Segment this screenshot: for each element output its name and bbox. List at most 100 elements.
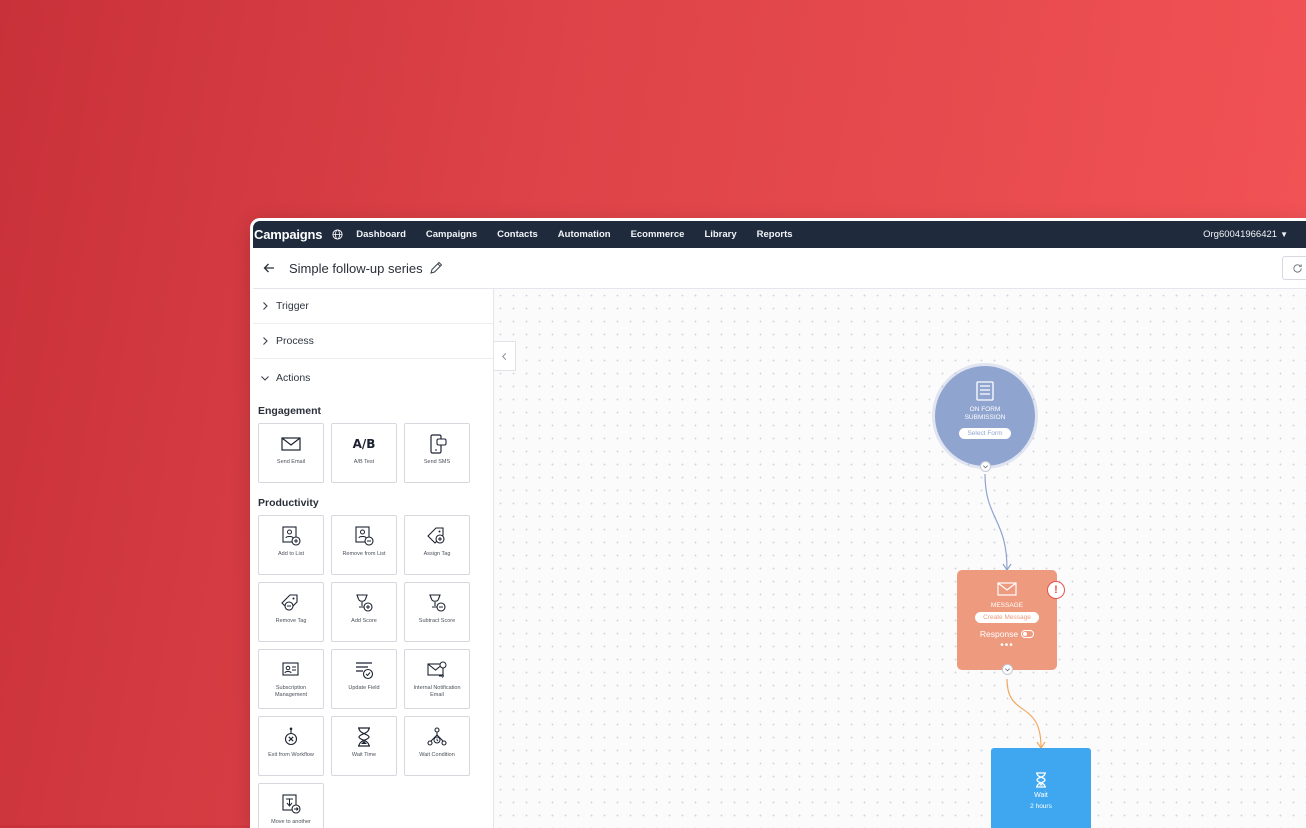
tile-remove-from-list[interactable]: Remove from List [331, 515, 397, 575]
tile-label: Remove Tag [275, 618, 307, 624]
tile-label: Wait Condition [419, 752, 455, 758]
wait-node[interactable]: Wait 2 hours [991, 748, 1091, 828]
add-score-icon [353, 593, 375, 613]
connector-message-to-wait [1006, 678, 1042, 748]
tile-send-sms[interactable]: Send SMS [404, 423, 470, 483]
nav-automation[interactable]: Automation [558, 229, 611, 240]
globe-icon[interactable] [332, 229, 343, 240]
chevron-down-icon [1005, 668, 1010, 672]
refresh-icon [1292, 263, 1302, 273]
select-form-button[interactable]: Select Form [959, 428, 1011, 439]
tile-label: Subtract Score [418, 618, 456, 624]
message-node-title: MESSAGE [990, 602, 1024, 609]
nav-dashboard[interactable]: Dashboard [356, 229, 406, 240]
tile-move-to-another[interactable]: Move to another [258, 783, 324, 828]
tile-subscription-management[interactable]: Subscription Management [258, 649, 324, 709]
assign-tag-icon [426, 526, 448, 546]
trigger-expand-button[interactable] [980, 461, 991, 472]
connector-lines [984, 473, 1046, 750]
chevron-right-icon [260, 301, 270, 311]
form-icon [974, 380, 996, 402]
engagement-grid: Send Email A/B A/B Test Send SMS [258, 423, 493, 483]
accordion-process-label: Process [276, 335, 314, 347]
tile-label: Subscription Management [274, 685, 308, 698]
workflow-header: Simple follow-up series [253, 248, 1306, 289]
wait-node-title: Wait [1034, 792, 1048, 799]
more-options-icon[interactable]: ••• [1000, 641, 1014, 651]
nav-reports[interactable]: Reports [757, 229, 793, 240]
tile-internal-notification-email[interactable]: Internal Notification Email [404, 649, 470, 709]
tile-send-email[interactable]: Send Email [258, 423, 324, 483]
tile-assign-tag[interactable]: Assign Tag [404, 515, 470, 575]
chevron-down-icon [260, 373, 270, 383]
nav-menu: Dashboard Campaigns Contacts Automation … [356, 229, 812, 240]
tile-remove-tag[interactable]: Remove Tag [258, 582, 324, 642]
update-field-icon [353, 660, 375, 680]
tile-ab-test[interactable]: A/B A/B Test [331, 423, 397, 483]
tile-update-field[interactable]: Update Field [331, 649, 397, 709]
message-node[interactable]: MESSAGE Create Message Response ••• [957, 570, 1057, 670]
tile-label: Add to List [278, 551, 304, 557]
actions-sidebar: Trigger Process Actions Engagement Send … [253, 289, 494, 828]
tile-label: Internal Notification Email [413, 685, 461, 698]
tile-label: Exit from Workflow [268, 752, 314, 758]
accordion-trigger-label: Trigger [276, 300, 309, 312]
nav-campaigns[interactable]: Campaigns [426, 229, 477, 240]
hourglass-icon [353, 727, 375, 747]
pencil-edit-icon[interactable] [429, 261, 443, 275]
accordion-trigger[interactable]: Trigger [253, 289, 493, 324]
nav-ecommerce[interactable]: Ecommerce [631, 229, 685, 240]
tile-exit-from-workflow[interactable]: Exit from Workflow [258, 716, 324, 776]
top-navigation-bar: Campaigns Dashboard Campaigns Contacts A… [253, 221, 1306, 248]
nav-contacts[interactable]: Contacts [497, 229, 538, 240]
connector-trigger-to-message [984, 473, 1008, 570]
create-message-button[interactable]: Create Message [975, 612, 1039, 623]
tile-label: Add Score [351, 618, 377, 624]
accordion-process[interactable]: Process [253, 324, 493, 359]
tile-label: Remove from List [342, 551, 386, 557]
refresh-button[interactable] [1282, 256, 1306, 280]
back-arrow-icon[interactable] [262, 261, 276, 275]
trigger-node-title: ON FORM SUBMISSION [964, 406, 1006, 421]
response-toggle-row: Response [979, 629, 1035, 639]
tile-wait-condition[interactable]: Wait Condition [404, 716, 470, 776]
tile-subtract-score[interactable]: Subtract Score [404, 582, 470, 642]
sms-icon [426, 434, 448, 454]
accordion-actions[interactable]: Actions [253, 359, 493, 397]
trigger-node-form-submission[interactable]: ON FORM SUBMISSION Select Form [935, 366, 1035, 466]
org-name: Org60041966421 [1203, 229, 1278, 240]
subscription-icon [280, 660, 302, 680]
tile-wait-time[interactable]: Wait Time [331, 716, 397, 776]
chevron-right-icon [260, 336, 270, 346]
response-label: Response [979, 629, 1019, 639]
notification-email-icon [426, 660, 448, 680]
message-expand-button[interactable] [1002, 664, 1013, 675]
tile-label: A/B Test [353, 459, 375, 465]
hourglass-icon [1034, 772, 1048, 788]
org-selector[interactable]: Org60041966421 ▼ [1203, 229, 1288, 240]
tile-add-to-list[interactable]: Add to List [258, 515, 324, 575]
workflow-canvas[interactable]: ON FORM SUBMISSION Select Form MESSAGE C… [494, 289, 1306, 828]
remove-from-list-icon [353, 526, 375, 546]
ab-glyph: A/B [352, 437, 376, 451]
nav-library[interactable]: Library [704, 229, 736, 240]
subtract-score-icon [426, 593, 448, 613]
caret-down-icon: ▼ [1280, 230, 1288, 239]
envelope-icon [996, 580, 1018, 598]
chevron-down-icon [983, 465, 988, 469]
wait-condition-icon [426, 727, 448, 747]
remove-tag-icon [280, 593, 302, 613]
exit-workflow-icon [280, 727, 302, 747]
ab-test-icon: A/B [352, 434, 376, 454]
productivity-grid: Add to List Remove from List Assign Tag … [258, 515, 493, 828]
warning-icon[interactable]: ! [1047, 581, 1065, 599]
envelope-icon [280, 434, 302, 454]
accordion-actions-label: Actions [276, 372, 311, 384]
wait-node-duration: 2 hours [1030, 803, 1052, 810]
tile-label: Send Email [276, 459, 306, 465]
tile-add-score[interactable]: Add Score [331, 582, 397, 642]
add-to-list-icon [280, 526, 302, 546]
brand-logo[interactable]: Campaigns [254, 227, 322, 242]
tile-label: Send SMS [423, 459, 451, 465]
response-toggle[interactable] [1021, 630, 1035, 638]
